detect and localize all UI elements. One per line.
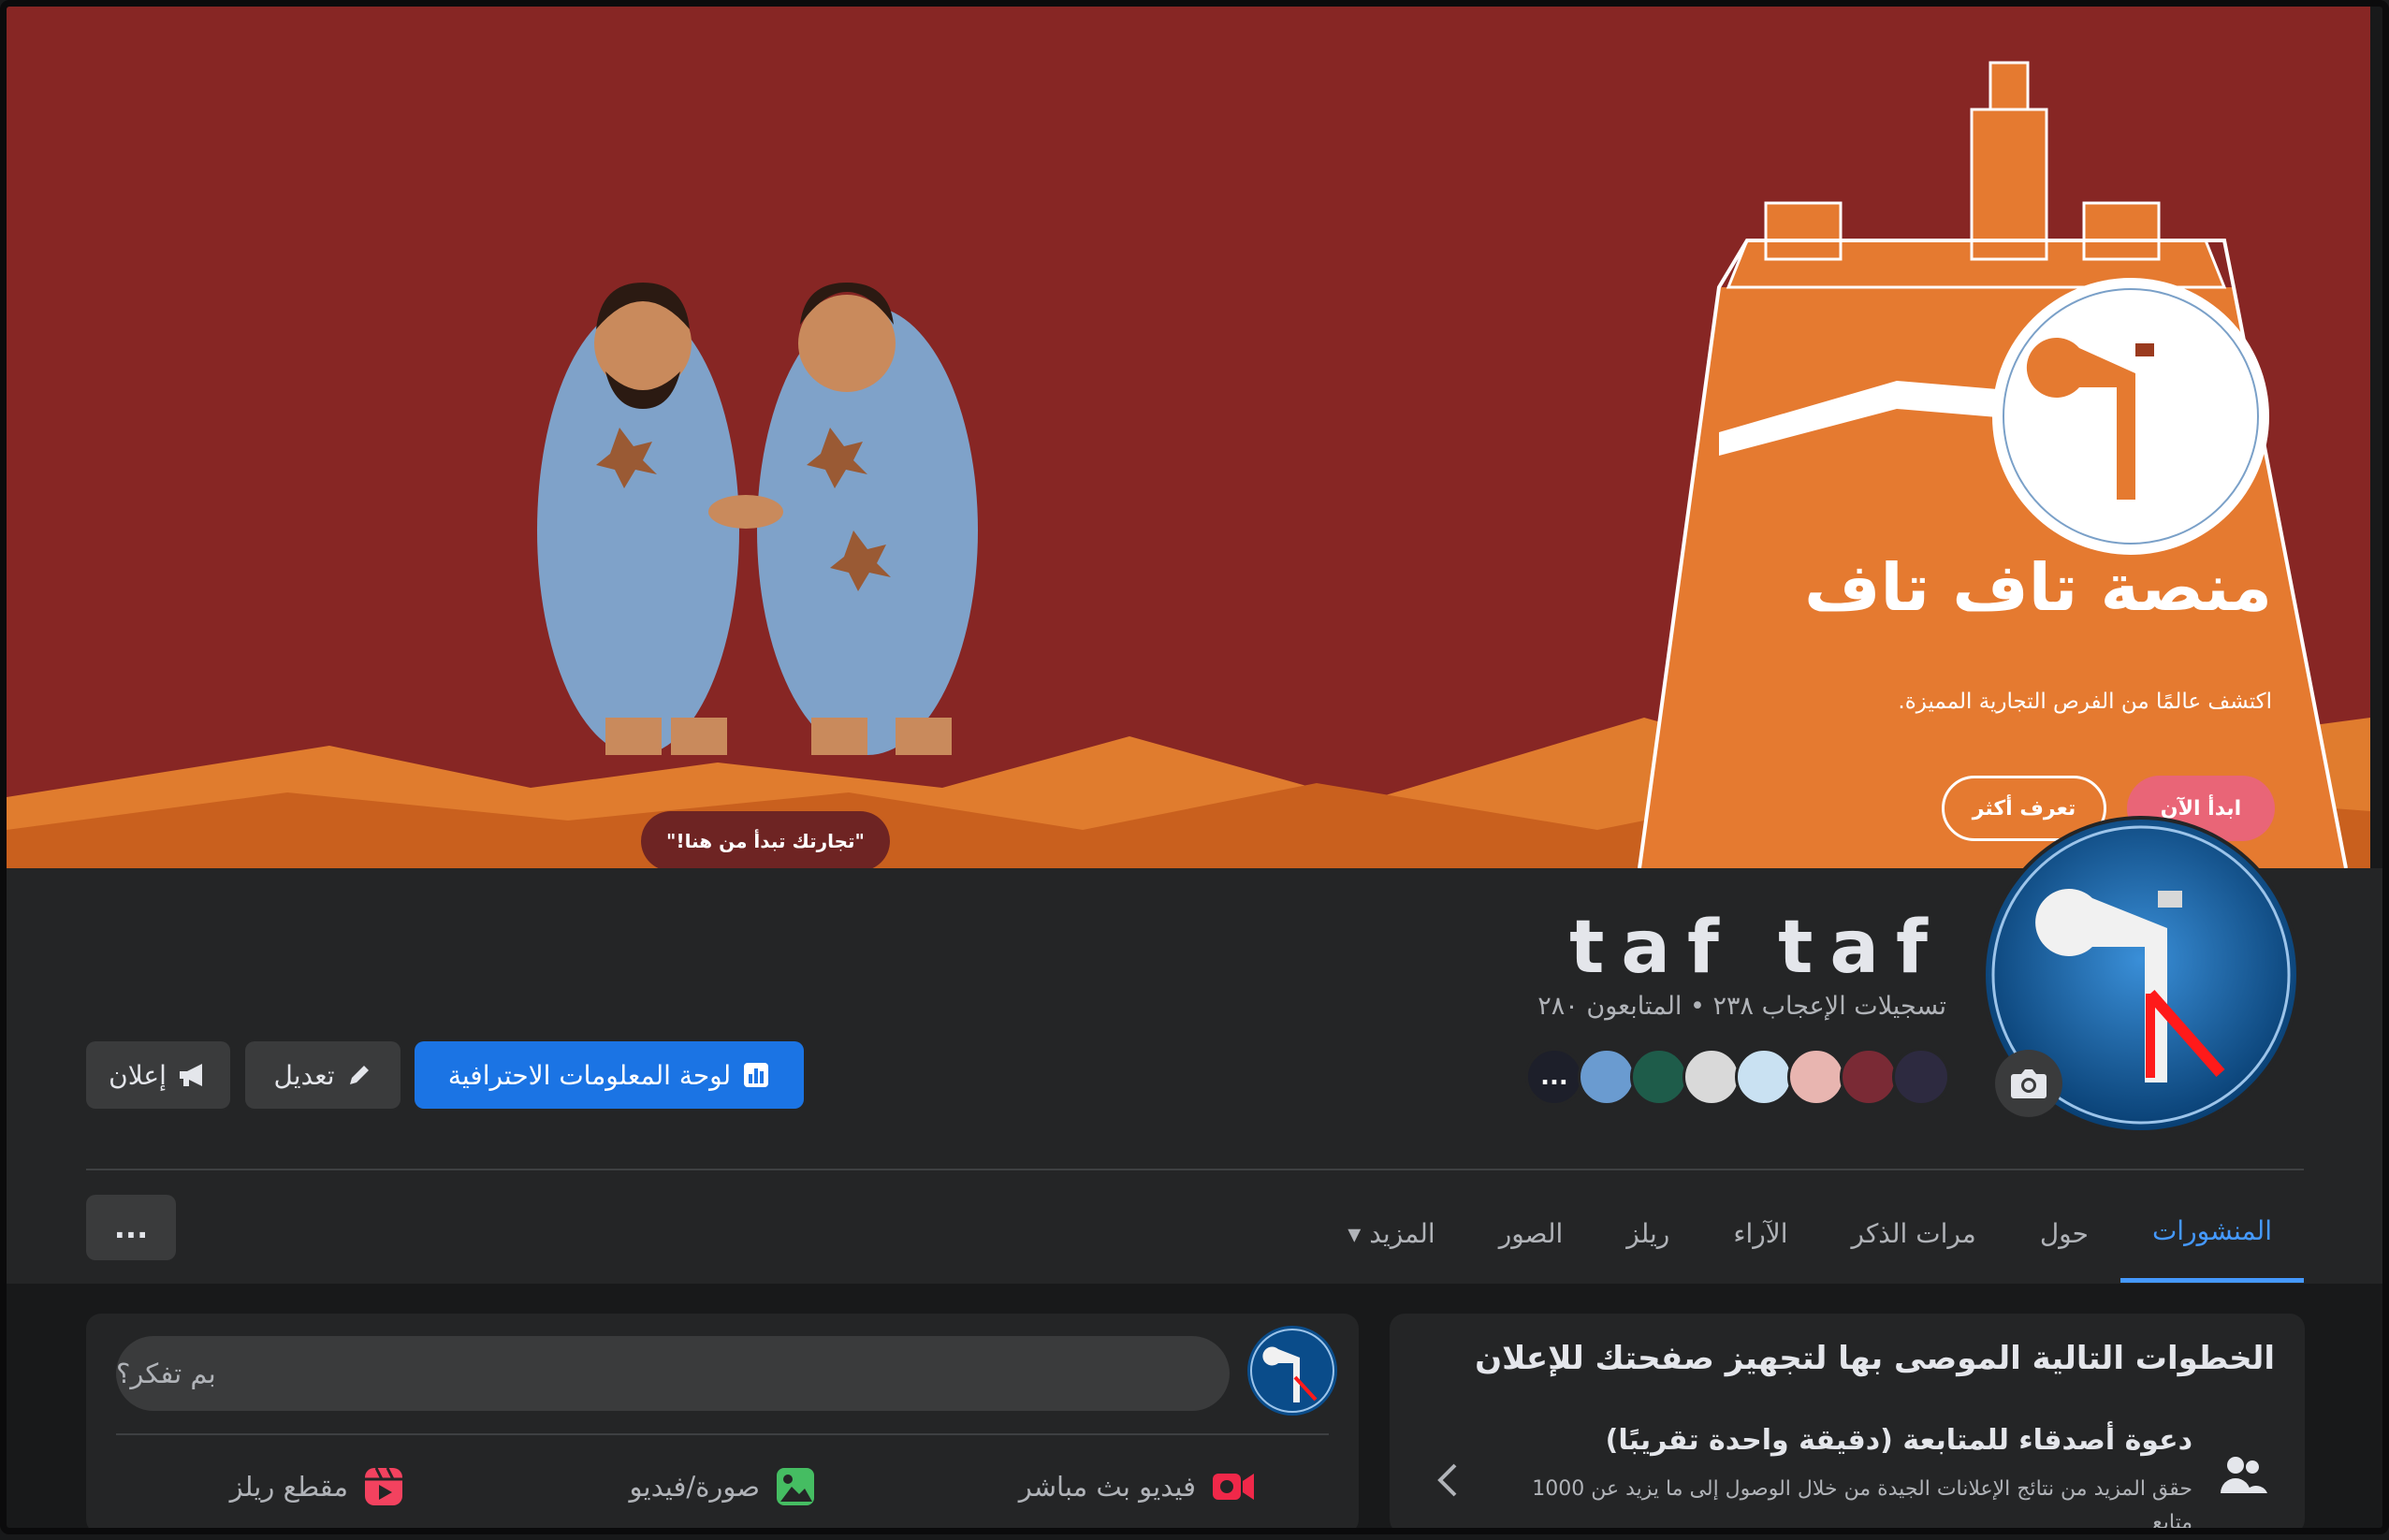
- reels-button[interactable]: مقطع ريلز: [230, 1454, 404, 1519]
- cover-illustration: [7, 61, 2370, 868]
- dashboard-icon: [744, 1063, 769, 1087]
- reels-label: مقطع ريلز: [229, 1471, 348, 1503]
- page-name: taf taf: [1569, 906, 1945, 990]
- photo-icon: [777, 1468, 814, 1505]
- tab-mentions[interactable]: مرات الذكر: [1820, 1184, 2008, 1283]
- more-followers-avatar[interactable]: ...: [1525, 1048, 1583, 1106]
- invite-friends-step-description: حقق المزيد من نتائج الإعلانات الجيدة من …: [1532, 1477, 2192, 1534]
- reels-icon: [365, 1467, 402, 1505]
- cover-subtitle: اكتشف عالمًا من الفرص التجارية المميزة.: [1898, 690, 2272, 714]
- change-profile-picture-button[interactable]: [1995, 1050, 2062, 1117]
- tab-photos[interactable]: الصور: [1467, 1184, 1595, 1283]
- tab-about[interactable]: حول: [2008, 1184, 2120, 1283]
- photo-video-button[interactable]: صورة/فيديو: [630, 1454, 816, 1519]
- composer-avatar[interactable]: [1246, 1325, 1338, 1417]
- invite-friends-step-title[interactable]: دعوة أصدقاء للمتابعة (دقيقة واحدة تقريبً…: [1606, 1424, 2192, 1457]
- pencil-icon: [349, 1066, 369, 1084]
- live-video-icon: [1213, 1474, 1254, 1500]
- follower-avatar[interactable]: [1840, 1048, 1898, 1106]
- page-stats[interactable]: تسجيلات الإعجاب ٢٣٨ • المتابعون ٢٨٠: [1537, 992, 1946, 1021]
- live-video-label: فيديو بث مباشر: [1018, 1471, 1196, 1503]
- advertise-label: إعلان: [109, 1059, 167, 1091]
- follower-avatar[interactable]: [1735, 1048, 1793, 1106]
- edit-label: تعديل: [273, 1059, 335, 1091]
- cover-slogan: "تجارتك تبدأ من هنا!": [641, 811, 890, 868]
- follower-avatar[interactable]: [1892, 1048, 1950, 1106]
- composer-divider: [116, 1433, 1329, 1435]
- cover-photo[interactable]: منصة تاف تاف اكتشف عالمًا من الفرص التجا…: [7, 7, 2370, 868]
- professional-dashboard-button[interactable]: لوحة المعلومات الاحترافية: [415, 1041, 804, 1109]
- follower-avatar[interactable]: [1578, 1048, 1636, 1106]
- tab-reels[interactable]: ريلز: [1595, 1184, 1701, 1283]
- photo-video-label: صورة/فيديو: [629, 1471, 760, 1503]
- profile-tabs: المنشورات حول مرات الذكر الآراء ريلز الص…: [1316, 1184, 2304, 1283]
- taf-logo-icon: [1247, 1326, 1337, 1416]
- follower-avatars[interactable]: ...: [1525, 1048, 1951, 1106]
- follower-avatar[interactable]: [1682, 1048, 1741, 1106]
- more-options-button[interactable]: ...: [86, 1195, 176, 1260]
- tab-more[interactable]: المزيد ▾: [1316, 1184, 1466, 1283]
- professional-dashboard-label: لوحة المعلومات الاحترافية: [447, 1059, 732, 1091]
- people-icon: [2221, 1457, 2267, 1493]
- chevron-left-icon[interactable]: [1436, 1461, 1459, 1499]
- cover-title: منصة تاف تاف: [1804, 549, 2272, 626]
- megaphone-icon: [179, 1064, 202, 1086]
- ad-readiness-card: الخطوات التالية الموصى بها لتجهيز صفحتك …: [1390, 1314, 2305, 1534]
- edit-button[interactable]: تعديل: [245, 1041, 401, 1109]
- tab-posts[interactable]: المنشورات: [2120, 1184, 2304, 1283]
- tab-reviews[interactable]: الآراء: [1701, 1184, 1819, 1283]
- advertise-button[interactable]: إعلان: [86, 1041, 230, 1109]
- follower-avatar[interactable]: [1630, 1048, 1688, 1106]
- camera-icon: [2011, 1069, 2047, 1098]
- header-divider: [86, 1169, 2304, 1170]
- post-composer-card: بم تفكر؟ فيديو بث مباشر صورة/فيديو مقطع …: [86, 1314, 1359, 1534]
- follower-avatar[interactable]: [1787, 1048, 1845, 1106]
- ad-readiness-title: الخطوات التالية الموصى بها لتجهيز صفحتك …: [1475, 1340, 2275, 1377]
- live-video-button[interactable]: فيديو بث مباشر: [1019, 1454, 1256, 1519]
- whats-on-your-mind-input[interactable]: بم تفكر؟: [116, 1336, 1230, 1411]
